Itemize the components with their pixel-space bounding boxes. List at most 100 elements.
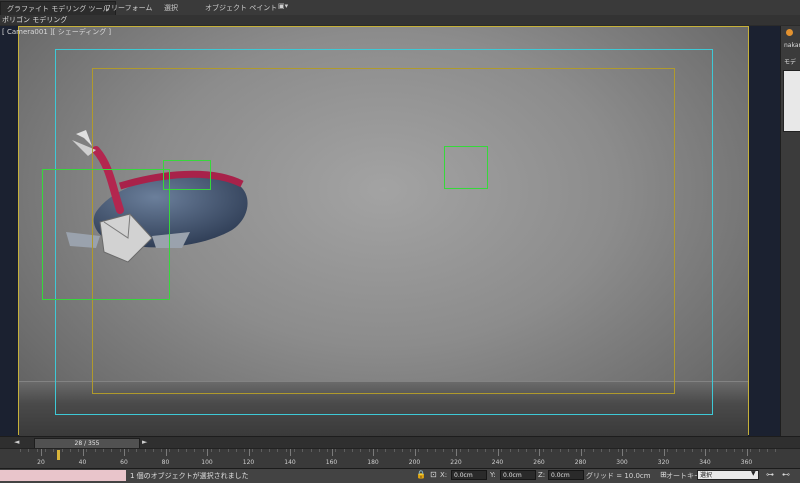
object-name-field[interactable]: nakar bbox=[784, 42, 800, 49]
maxscript-listener-field[interactable] bbox=[0, 470, 126, 481]
timeline-minor-tick bbox=[742, 449, 744, 452]
timeline-tick-mark bbox=[248, 449, 250, 456]
tab-object-paint[interactable]: オブジェクト ペイント bbox=[205, 3, 277, 13]
timeline-tick-label: 120 bbox=[242, 459, 255, 466]
timeline-minor-tick bbox=[293, 449, 295, 452]
timeline-playhead[interactable] bbox=[56, 450, 60, 460]
timeline-minor-tick bbox=[152, 449, 154, 452]
ribbon-options-icon[interactable]: ▣▾ bbox=[278, 2, 288, 10]
ribbon-tab-bar: グラファイト モデリング ツール フリーフォーム 選択 オブジェクト ペイント … bbox=[0, 0, 800, 16]
timeline-minor-tick bbox=[252, 449, 254, 452]
timeline-minor-tick bbox=[144, 449, 146, 452]
timeline-minor-tick bbox=[318, 449, 320, 452]
timeline-minor-tick bbox=[352, 449, 353, 452]
time-next-icon[interactable]: ► bbox=[142, 438, 147, 446]
timeline-minor-tick bbox=[468, 449, 470, 452]
timeline-tick-mark bbox=[456, 449, 457, 456]
y-coord-field[interactable]: 0.0cm bbox=[500, 470, 536, 480]
timeline-tick-label: 340 bbox=[699, 459, 711, 466]
timeline-minor-tick bbox=[518, 449, 519, 452]
timeline-minor-tick bbox=[609, 449, 611, 452]
timeline-minor-tick bbox=[20, 449, 21, 452]
tab-freeform[interactable]: フリーフォーム bbox=[104, 3, 152, 13]
key-filter-dropdown[interactable]: 選択 bbox=[697, 470, 759, 480]
status-bar: 1 個のオブジェクトが選択されました 🔒 ⊡ X: 0.0cm Y: 0.0cm… bbox=[0, 468, 800, 483]
safe-frame-title bbox=[92, 68, 675, 394]
tab-selection[interactable]: 選択 bbox=[164, 3, 178, 13]
timeline-minor-tick bbox=[343, 449, 345, 452]
timeline-minor-tick bbox=[534, 449, 536, 452]
timeline-minor-tick bbox=[327, 449, 329, 452]
timeline-tick-mark bbox=[82, 449, 84, 456]
autokey-label[interactable]: オートキー bbox=[666, 471, 701, 481]
timeline-tick-label: 320 bbox=[657, 459, 670, 466]
timeline-tick-mark bbox=[497, 449, 499, 456]
timeline-tick-mark bbox=[705, 449, 706, 456]
timeline-tick-label: 140 bbox=[284, 459, 296, 466]
timeline-minor-tick bbox=[119, 449, 121, 452]
chevron-down-icon[interactable]: ▼ bbox=[751, 470, 756, 477]
timeline-minor-tick bbox=[509, 449, 511, 452]
timeline-minor-tick bbox=[385, 449, 387, 452]
timeline-tick-mark bbox=[414, 449, 416, 456]
camera-viewport[interactable]: [ Camera001 ][ シェーディング ] bbox=[0, 26, 780, 436]
viewport-label[interactable]: [ Camera001 ][ シェーディング ] bbox=[2, 27, 111, 37]
timeline-minor-tick bbox=[78, 449, 80, 452]
timeline-minor-tick bbox=[244, 449, 246, 452]
timeline-tick-label: 80 bbox=[161, 459, 170, 466]
set-key-icon[interactable]: ⊶ bbox=[766, 470, 774, 479]
lock-icon[interactable]: 🔒 bbox=[416, 470, 426, 479]
timeline-minor-tick bbox=[592, 449, 594, 452]
timeline-minor-tick bbox=[235, 449, 237, 452]
timeline-minor-tick bbox=[650, 449, 652, 452]
timeline-minor-tick bbox=[227, 449, 229, 452]
timeline-tick-label: 200 bbox=[408, 459, 421, 466]
timeline-tick-mark bbox=[124, 449, 125, 456]
timeline-minor-tick bbox=[260, 449, 262, 452]
timeline-minor-tick bbox=[767, 449, 768, 452]
timeline-minor-tick bbox=[451, 449, 453, 452]
x-coord-field[interactable]: 0.0cm bbox=[451, 470, 487, 480]
selection-box-fish bbox=[42, 169, 170, 300]
timeline-minor-tick bbox=[717, 449, 719, 452]
timeline-minor-tick bbox=[393, 449, 395, 452]
timeline-minor-tick bbox=[94, 449, 96, 452]
tab-graphite-modeling-tools[interactable]: グラファイト モデリング ツール bbox=[0, 1, 117, 16]
z-coord-field[interactable]: 0.0cm bbox=[548, 470, 584, 480]
timeline-minor-tick bbox=[285, 449, 287, 452]
modifier-stack-list[interactable] bbox=[783, 70, 800, 132]
status-message: 1 個のオブジェクトが選択されました bbox=[130, 472, 249, 480]
timeline-tick-label: 280 bbox=[574, 459, 587, 466]
timeline-minor-tick bbox=[750, 449, 752, 452]
track-bar[interactable]: 20 40 60 80 100 120 140 160 180 200 220 240 260 280 30… bbox=[0, 448, 800, 469]
timeline-tick-label: 100 bbox=[201, 459, 213, 466]
timeline-minor-tick bbox=[401, 449, 403, 452]
sphere-icon[interactable] bbox=[786, 29, 793, 36]
modifier-list-label[interactable]: モデ bbox=[784, 57, 796, 66]
timeline-minor-tick bbox=[435, 449, 436, 452]
timeline-minor-tick bbox=[28, 449, 30, 452]
command-panel[interactable]: nakar モデ bbox=[780, 26, 800, 436]
timeline-minor-tick bbox=[601, 449, 602, 452]
timeline-minor-tick bbox=[542, 449, 544, 452]
timeline-minor-tick bbox=[584, 449, 586, 452]
timeline-minor-tick bbox=[169, 449, 171, 452]
timeline-minor-tick bbox=[775, 449, 777, 452]
subtab-polygon-modeling[interactable]: ポリゴン モデリング bbox=[2, 15, 67, 25]
timeline-minor-tick bbox=[576, 449, 578, 452]
timeline-tick-label: 260 bbox=[533, 459, 545, 466]
time-prev-icon[interactable]: ◄ bbox=[14, 438, 19, 446]
timeline-minor-tick bbox=[219, 449, 221, 452]
timeline-minor-tick bbox=[692, 449, 694, 452]
timeline-minor-tick bbox=[484, 449, 486, 452]
x-coord-label: X: bbox=[440, 471, 448, 479]
timeline-tick-mark bbox=[41, 449, 42, 456]
timeline-minor-tick bbox=[675, 449, 677, 452]
transform-mode-icon[interactable]: ⊡ bbox=[430, 470, 437, 479]
timeline-minor-tick bbox=[202, 449, 204, 452]
key-filters-icon[interactable]: ⊷ bbox=[782, 470, 790, 479]
timeline-minor-tick bbox=[335, 449, 337, 452]
timeline-minor-tick bbox=[684, 449, 685, 452]
timeline-minor-tick bbox=[61, 449, 63, 452]
timeline-minor-tick bbox=[559, 449, 561, 452]
